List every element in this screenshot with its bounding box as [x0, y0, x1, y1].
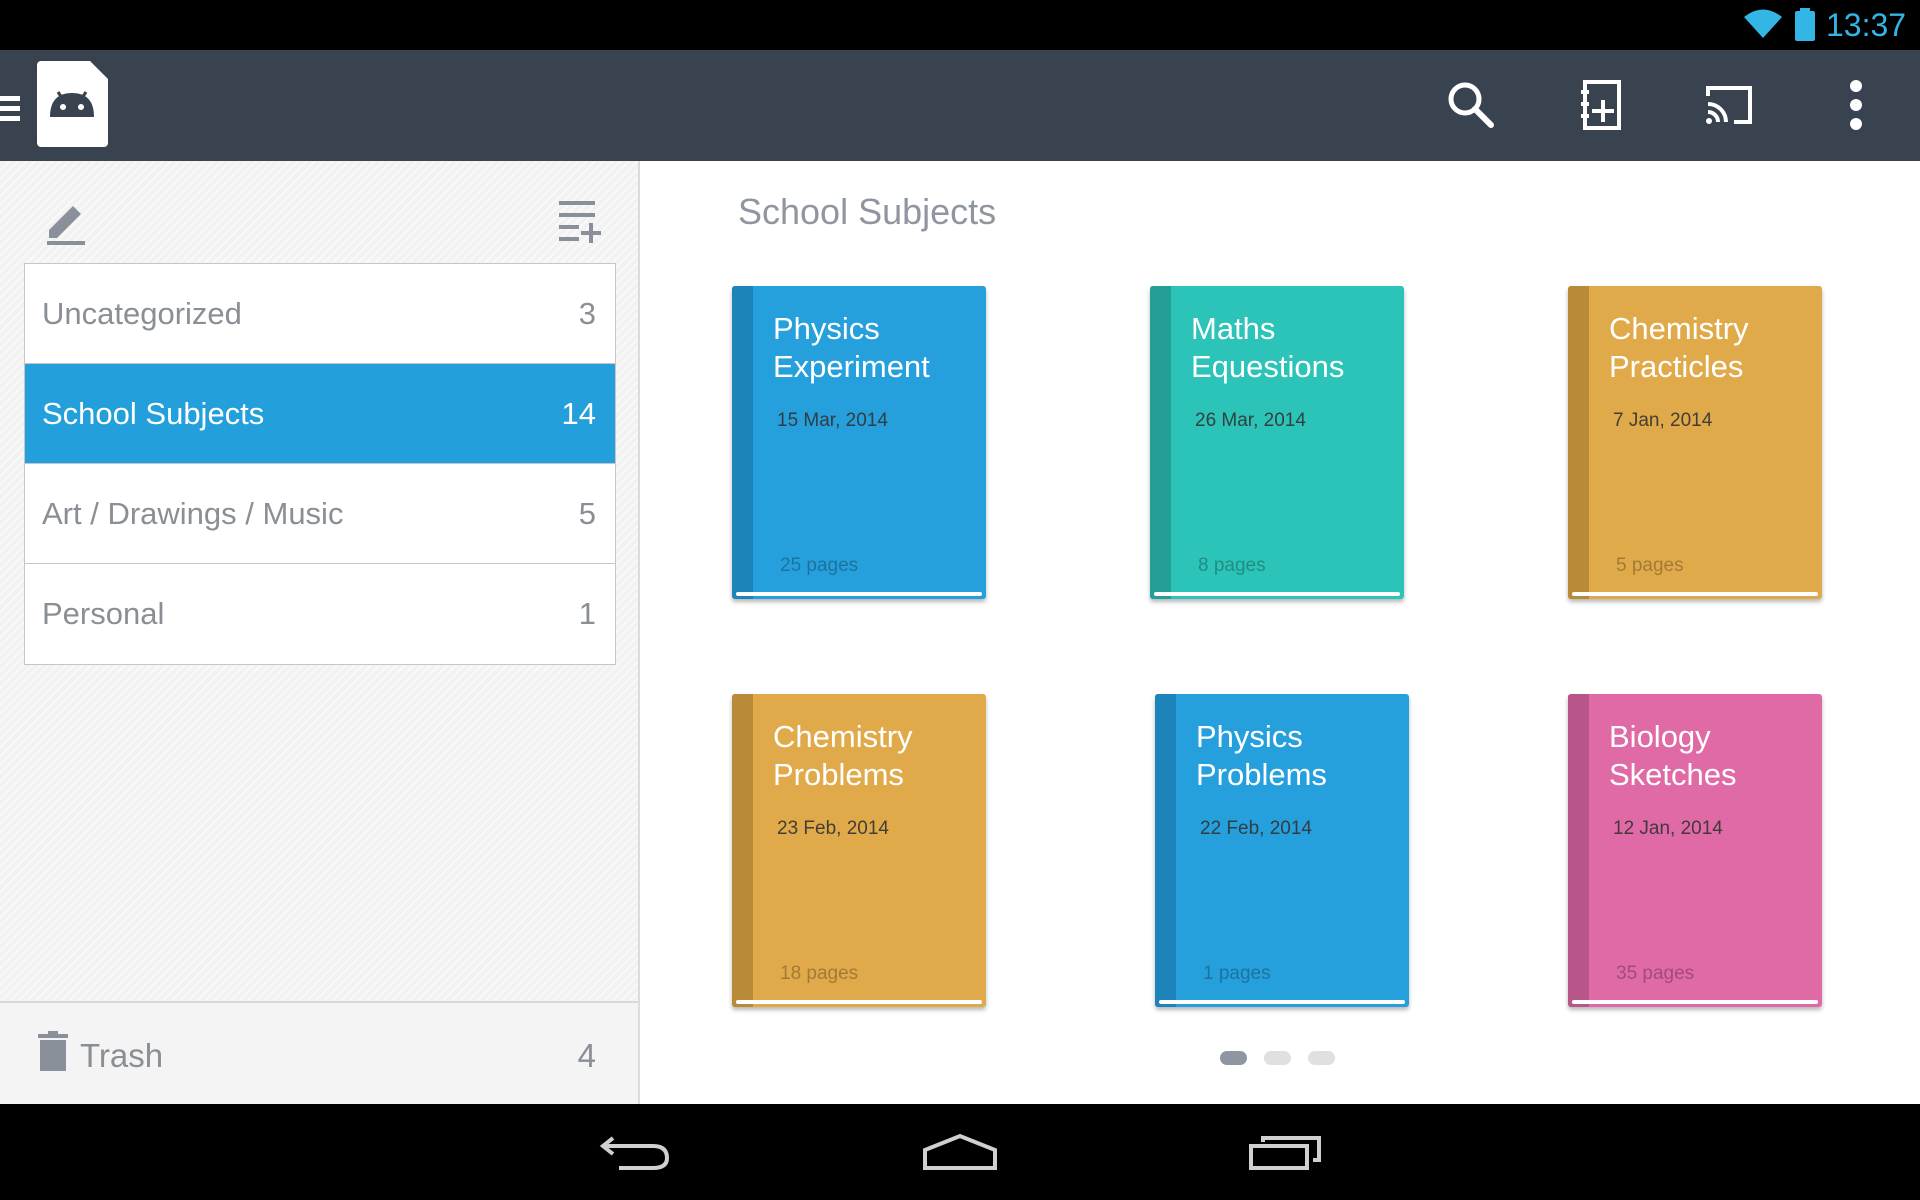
category-item-uncategorized[interactable]: Uncategorized 3 — [25, 264, 615, 364]
notebook-spine — [1568, 694, 1589, 1007]
wifi-icon — [1744, 9, 1782, 38]
notebook-date: 26 Mar, 2014 — [1195, 410, 1306, 431]
notebook-card[interactable]: Biology Sketches 12 Jan, 2014 35 pages — [1568, 694, 1822, 1007]
search-button[interactable] — [1436, 70, 1506, 140]
back-icon — [599, 1136, 670, 1170]
app-logo[interactable] — [37, 61, 108, 147]
category-label: Art / Drawings / Music — [42, 495, 344, 531]
edit-button[interactable] — [36, 191, 96, 251]
page-dot[interactable] — [1220, 1051, 1247, 1065]
recent-apps-icon — [1249, 1136, 1321, 1170]
notebook-title: Physics Problems — [1196, 719, 1327, 792]
home-button[interactable] — [915, 1122, 1005, 1182]
edit-icon — [47, 206, 85, 245]
notebook-card[interactable]: Physics Problems 22 Feb, 2014 1 pages — [1155, 694, 1409, 1007]
notebook-pages: 8 pages — [1198, 555, 1266, 576]
notebook-title: Maths Equestions — [1191, 311, 1345, 384]
notebook-pages: 5 pages — [1616, 555, 1684, 576]
notebook-spine — [1568, 286, 1589, 599]
page-indicator — [1220, 1051, 1370, 1065]
system-nav-bar — [0, 1104, 1920, 1200]
cast-button[interactable] — [1694, 70, 1764, 140]
overflow-menu-icon — [1850, 80, 1862, 130]
android-icon — [50, 91, 94, 117]
category-list: Uncategorized 3 School Subjects 14 Art /… — [24, 263, 616, 665]
trash-icon — [38, 1031, 68, 1071]
category-count: 1 — [578, 596, 596, 631]
home-icon — [923, 1133, 997, 1170]
notebook-date: 23 Feb, 2014 — [777, 818, 889, 839]
notebook-title: Biology Sketches — [1609, 719, 1737, 792]
notebook-page-edge — [1159, 1000, 1405, 1004]
trash-count: 4 — [577, 1037, 596, 1074]
drawer-menu-icon[interactable] — [0, 88, 20, 124]
category-item-personal[interactable]: Personal 1 — [25, 564, 615, 664]
notebook-pages: 25 pages — [780, 555, 859, 576]
battery-icon — [1795, 8, 1815, 41]
notebook-spine — [732, 694, 753, 1007]
page-dot[interactable] — [1264, 1051, 1291, 1065]
category-item-art-drawings-music[interactable]: Art / Drawings / Music 5 — [25, 464, 615, 564]
notebook-card[interactable]: Physics Experiment 15 Mar, 2014 25 pages — [732, 286, 986, 599]
notebook-card[interactable]: Chemistry Problems 23 Feb, 2014 18 pages — [732, 694, 986, 1007]
notebook-pages: 1 pages — [1203, 963, 1271, 984]
status-bar: 13:37 — [0, 0, 1920, 50]
search-icon — [1448, 82, 1494, 128]
trash-item[interactable]: Trash 4 — [0, 1001, 638, 1104]
notebook-title: Physics Experiment — [773, 311, 930, 384]
sidebar: Uncategorized 3 School Subjects 14 Art /… — [0, 161, 640, 1104]
category-count: 5 — [578, 495, 596, 531]
category-item-school-subjects[interactable]: School Subjects 14 — [25, 364, 615, 464]
section-title: School Subjects — [738, 191, 997, 232]
notebook-card[interactable]: Chemistry Practicles 7 Jan, 2014 5 pages — [1568, 286, 1822, 599]
notebook-page-edge — [1572, 592, 1818, 596]
notebook-date: 15 Mar, 2014 — [777, 410, 888, 431]
add-category-icon — [559, 201, 601, 243]
notebook-title: Chemistry Practicles — [1609, 311, 1749, 384]
back-button[interactable] — [590, 1122, 680, 1182]
notebook-card[interactable]: Maths Equestions 26 Mar, 2014 8 pages — [1150, 286, 1404, 599]
notebook-page-edge — [1572, 1000, 1818, 1004]
notebook-spine — [1155, 694, 1176, 1007]
recent-apps-button[interactable] — [1240, 1122, 1330, 1182]
notebook-pages: 18 pages — [780, 963, 859, 984]
category-count: 14 — [561, 395, 596, 431]
category-label: School Subjects — [42, 395, 265, 431]
trash-label: Trash — [80, 1037, 164, 1074]
notebook-date: 12 Jan, 2014 — [1613, 818, 1723, 839]
new-notebook-button[interactable] — [1565, 70, 1635, 140]
clock: 13:37 — [1826, 7, 1907, 43]
notebook-page-edge — [736, 1000, 982, 1004]
notebook-grid-panel: School Subjects Physics Experiment 15 Ma… — [640, 161, 1920, 1104]
notebook-date: 22 Feb, 2014 — [1200, 818, 1312, 839]
notebook-spine — [1150, 286, 1171, 599]
overflow-menu-button[interactable] — [1821, 70, 1891, 140]
cast-icon — [1706, 86, 1752, 124]
category-label: Personal — [42, 596, 165, 631]
page-dot[interactable] — [1308, 1051, 1335, 1065]
notebook-page-edge — [736, 592, 982, 596]
notebook-spine — [732, 286, 753, 599]
notebook-title: Chemistry Problems — [773, 719, 913, 792]
notebook-pages: 35 pages — [1616, 963, 1695, 984]
add-category-button[interactable] — [550, 191, 610, 251]
category-count: 3 — [578, 295, 596, 331]
category-label: Uncategorized — [42, 295, 242, 331]
notebook-date: 7 Jan, 2014 — [1613, 410, 1713, 431]
app-bar — [0, 50, 1920, 161]
notebook-page-edge — [1154, 592, 1400, 596]
new-notebook-icon — [1581, 80, 1621, 130]
